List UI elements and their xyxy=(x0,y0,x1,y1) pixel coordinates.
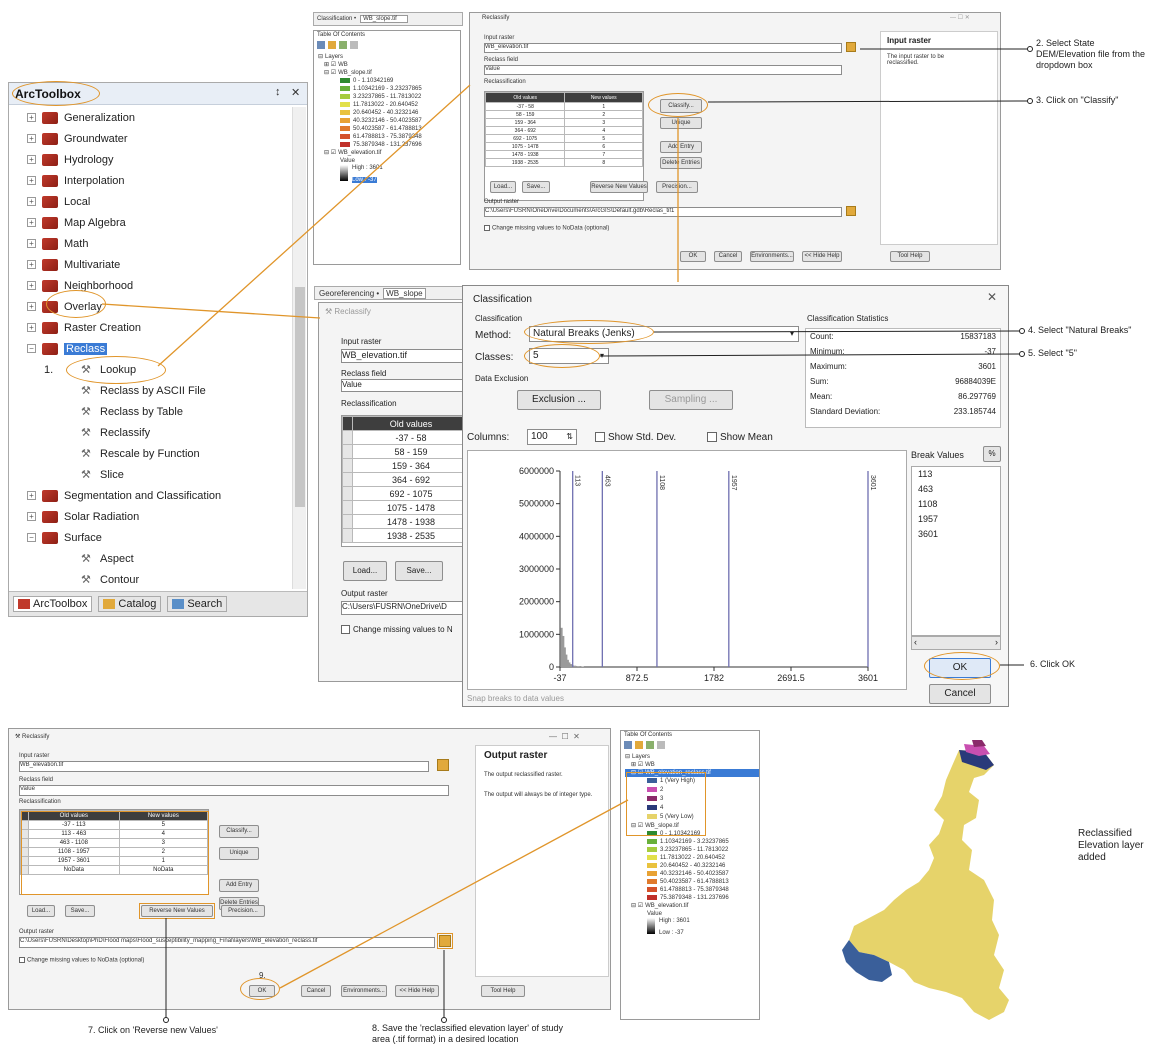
line-step3 xyxy=(707,100,1031,103)
dot-step4 xyxy=(1019,328,1025,334)
step8-callout: 8. Save the 'reclassified elevation laye… xyxy=(372,1023,564,1044)
arrow-reclassify-to-dialog xyxy=(157,84,471,367)
step5-callout: 5. Select "5" xyxy=(1028,348,1077,358)
arrow-reclass-to-mid xyxy=(101,303,321,319)
arrow-ok-to-layer xyxy=(279,799,629,989)
dot-step8 xyxy=(441,1017,447,1023)
line-step5 xyxy=(599,353,1023,357)
step6-callout: 6. Click OK xyxy=(1030,659,1076,669)
dot-step5 xyxy=(1019,351,1025,357)
step4-callout: 4. Select "Natural Breaks" xyxy=(1028,325,1132,335)
dot-step7 xyxy=(163,1017,169,1023)
dot-step3 xyxy=(1027,98,1033,104)
dot-step2 xyxy=(1027,46,1033,52)
connector-lines xyxy=(101,46,1033,1023)
step2-callout: 2. Select State DEM/Elevation file from … xyxy=(1036,38,1146,70)
step7-callout: 7. Click on 'Reverse new Values' xyxy=(88,1025,218,1035)
step3-callout: 3. Click on "Classify" xyxy=(1036,95,1119,105)
line-step4 xyxy=(653,330,1023,333)
